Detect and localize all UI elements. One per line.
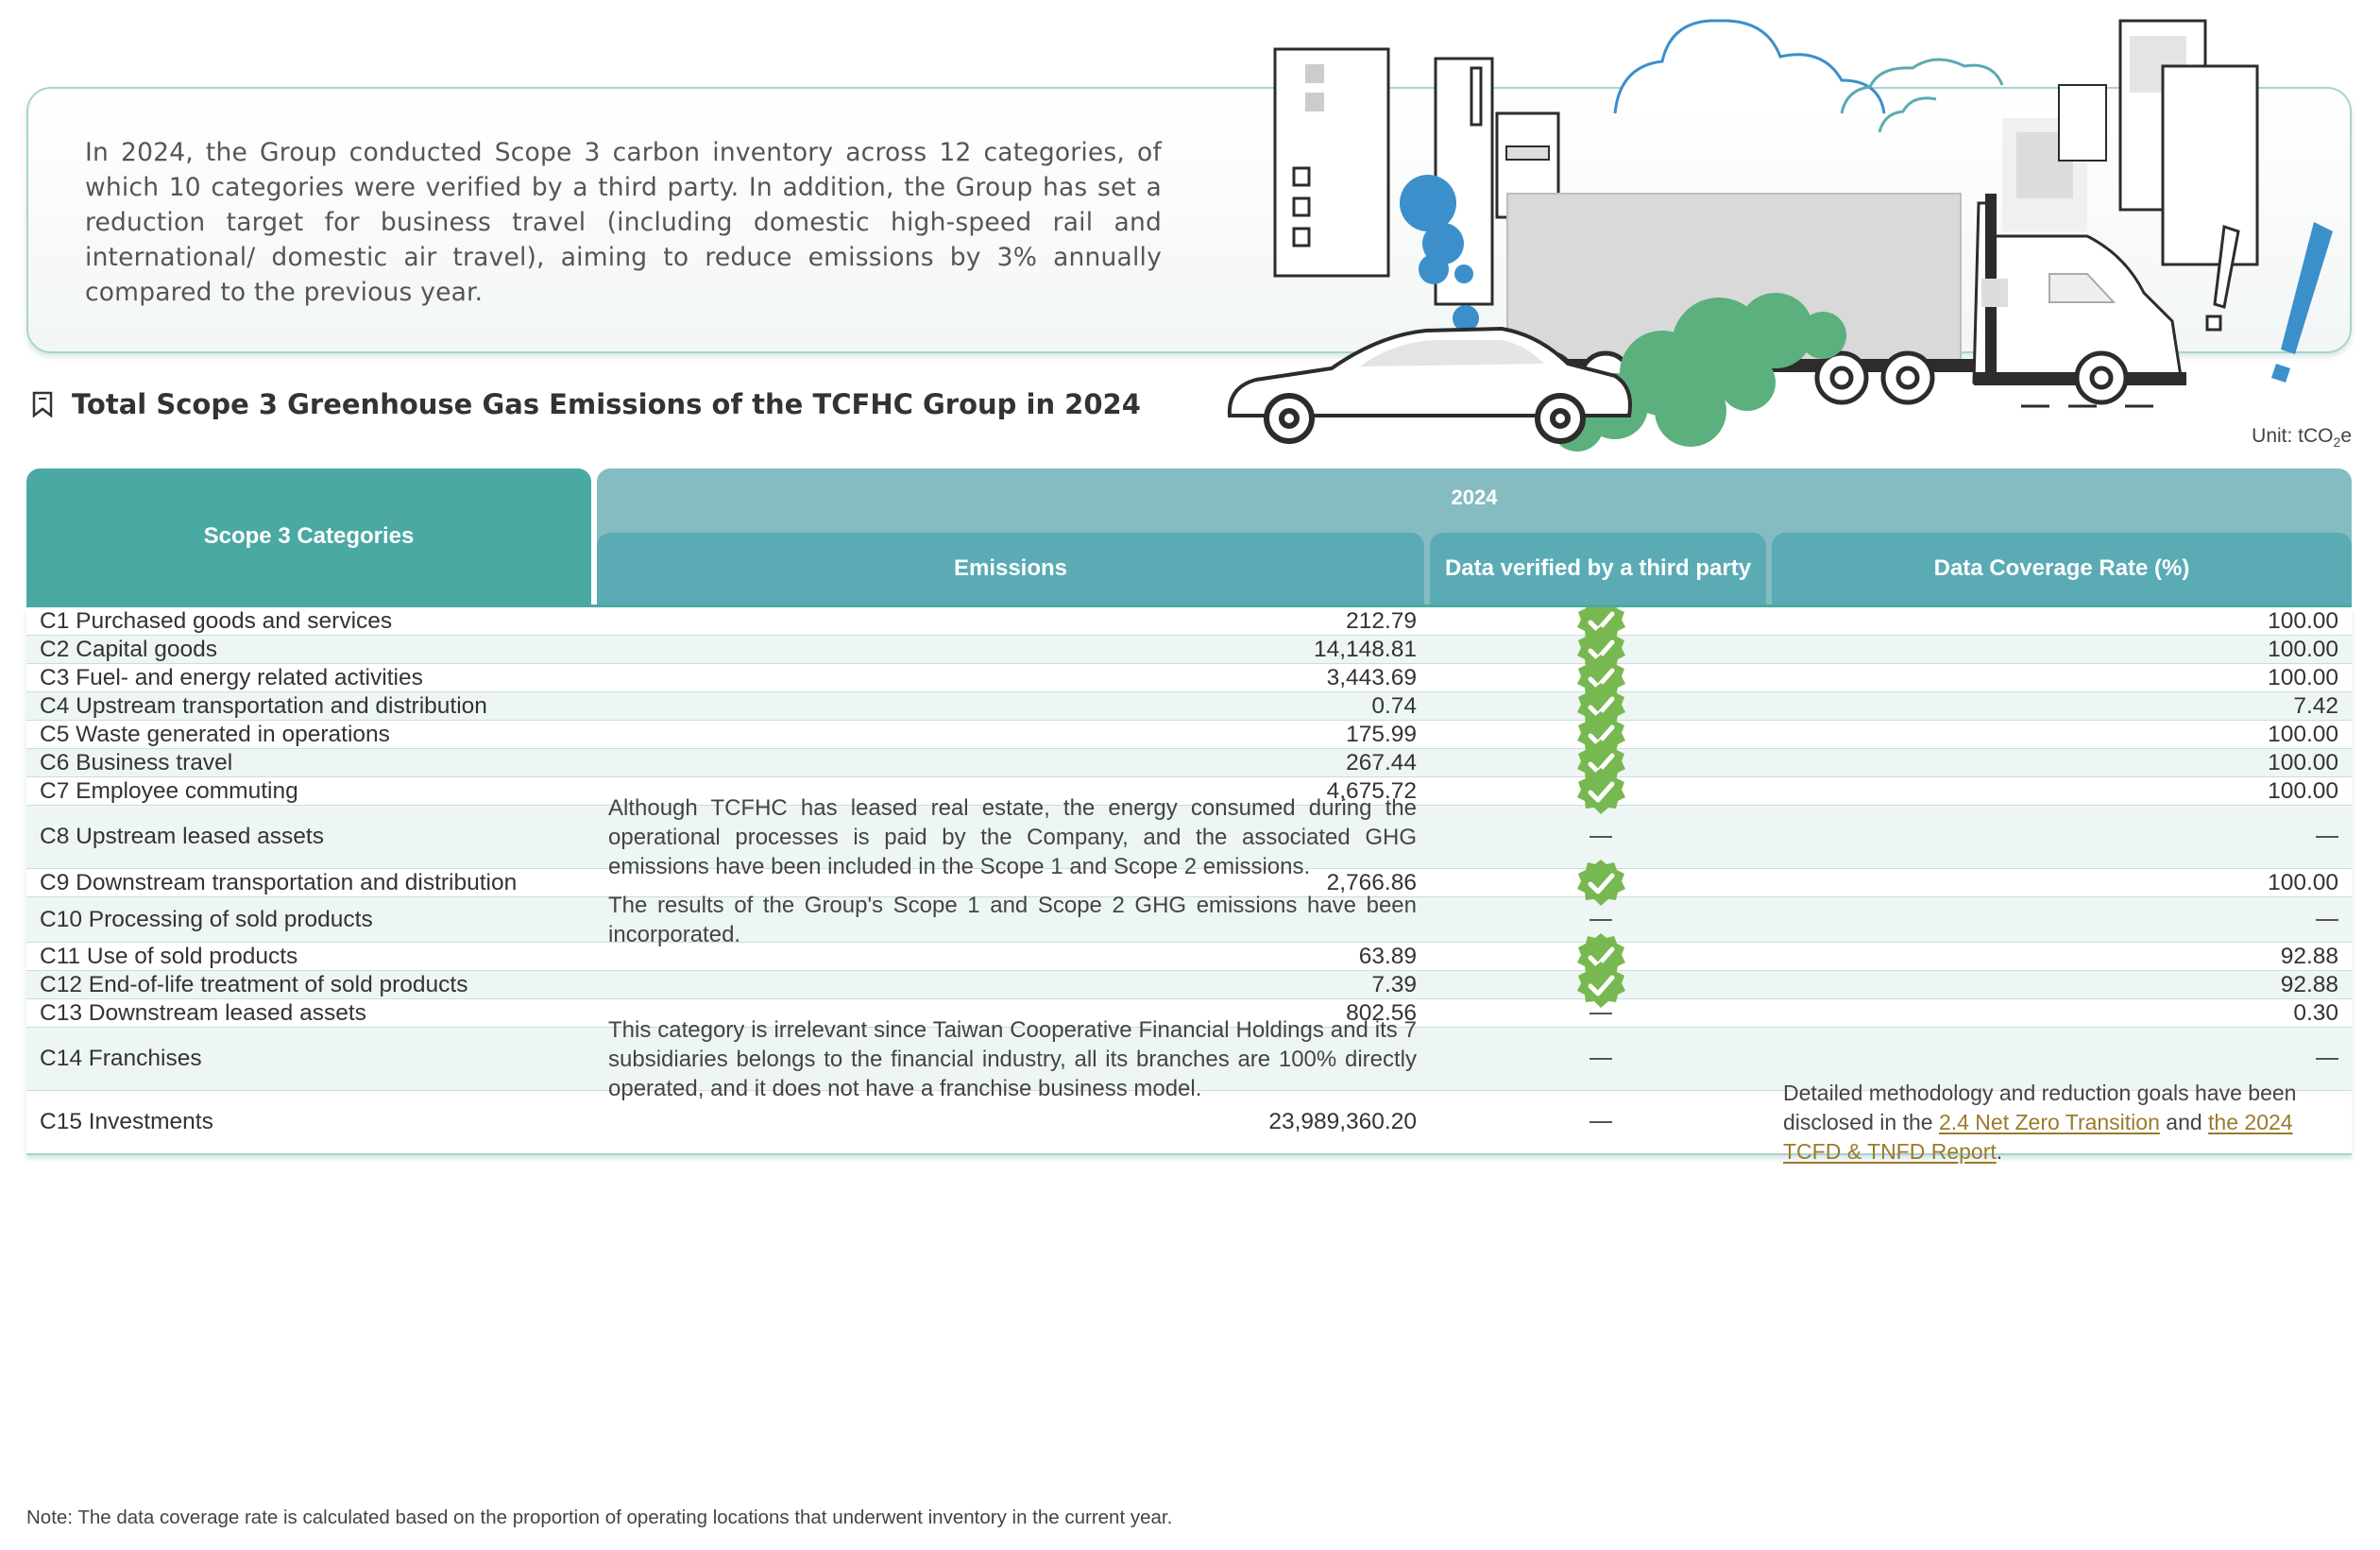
table-row: C6 Business travel 267.44 100.00 (26, 739, 2352, 786)
header-emissions: Emissions (597, 533, 1424, 605)
category-cell: C12 End-of-life treatment of sold produc… (40, 971, 468, 997)
coverage-cell: 0.30 (2293, 999, 2338, 1026)
dash-icon (1590, 1121, 1612, 1123)
category-cell: C5 Waste generated in operations (40, 721, 390, 747)
category-cell: C2 Capital goods (40, 636, 217, 662)
coverage-empty-cell (1772, 806, 2352, 868)
table-header: Scope 3 Categories 2024 Emissions Data v… (26, 468, 2352, 607)
category-cell: C13 Downstream leased assets (40, 999, 366, 1026)
category-cell: C9 Downstream transportation and distrib… (40, 869, 518, 895)
coverage-cell: 92.88 (2280, 971, 2338, 997)
building-graphic (1273, 47, 1390, 278)
dash-icon (1590, 1058, 1612, 1060)
header-coverage-rate: Data Coverage Rate (%) (1772, 533, 2352, 605)
intro-text: In 2024, the Group conducted Scope 3 car… (85, 138, 1162, 307)
coverage-note-cell: Detailed methodology and reduction goals… (1772, 1081, 2352, 1164)
table-row: C10 Processing of sold products The resul… (26, 892, 2352, 947)
dash-icon (1590, 1012, 1612, 1014)
header-year: 2024 (1451, 485, 1498, 509)
section-title: Total Scope 3 Greenhouse Gas Emissions o… (28, 385, 1141, 423)
not-verified-dash (1430, 999, 1772, 1027)
category-cell: C1 Purchased goods and services (40, 607, 393, 634)
emissions-cell: 0.74 (1371, 692, 1417, 719)
coverage-cell: 100.00 (2268, 777, 2338, 804)
table-row: C3 Fuel- and energy related activities 3,… (26, 654, 2352, 701)
not-verified-dash (1430, 1028, 1772, 1090)
table-body: C1 Purchased goods and services 212.79 100… (26, 597, 2352, 1164)
dash-icon (2316, 1058, 2338, 1060)
coverage-cell: 92.88 (2280, 943, 2338, 969)
emissions-note-cell: This category is irrelevant since Taiwan… (608, 1016, 1417, 1101)
dash-icon (2316, 836, 2338, 838)
bookmark-icon (32, 391, 53, 418)
header-divider (26, 605, 2352, 607)
emissions-cell: 3,443.69 (1326, 664, 1417, 690)
category-cell: C4 Upstream transportation and distribut… (40, 692, 487, 719)
coverage-empty-cell (1772, 897, 2352, 942)
exclamation-graphic (2281, 222, 2333, 354)
note-text: and (2159, 1109, 2209, 1134)
category-cell: C10 Processing of sold products (40, 906, 373, 932)
coverage-cell: 7.42 (2293, 692, 2338, 719)
dash-icon (2316, 918, 2338, 921)
emissions-cell: 267.44 (1346, 749, 1417, 775)
category-cell: C15 Investments (40, 1109, 213, 1134)
city-traffic-illustration (1227, 19, 2333, 451)
table-row: C8 Upstream leased assets Although TCFHC … (26, 794, 2352, 879)
dash-icon (1590, 836, 1612, 838)
category-cell: C3 Fuel- and energy related activities (40, 664, 423, 690)
coverage-cell: 100.00 (2268, 749, 2338, 775)
header-verified: Data verified by a third party (1430, 533, 1766, 605)
not-verified-dash (1430, 1091, 1772, 1153)
header-year-group: 2024 Emissions Data verified by a third … (597, 468, 2352, 605)
category-cell: C6 Business travel (40, 749, 233, 775)
coverage-cell: 100.00 (2268, 869, 2338, 895)
emissions-cell: 14,148.81 (1314, 636, 1417, 662)
footnote: Note: The data coverage rate is calculat… (26, 1507, 1173, 1528)
cloud-graphic (1613, 19, 1886, 114)
emissions-note-cell: Although TCFHC has leased real estate, t… (608, 794, 1417, 879)
building-graphic (2161, 64, 2259, 266)
emissions-note-cell: The results of the Group's Scope 1 and S… (608, 892, 1417, 947)
unit-label: Unit: tCO2e (2252, 425, 2352, 451)
building-graphic (2058, 84, 2107, 162)
net-zero-transition-link[interactable]: 2.4 Net Zero Transition (1939, 1110, 2160, 1134)
emissions-table: Scope 3 Categories 2024 Emissions Data v… (26, 468, 2352, 1164)
verified-check-icon (1430, 859, 1772, 906)
emissions-cell: 212.79 (1346, 607, 1417, 634)
coverage-cell: 100.00 (2268, 721, 2338, 747)
table-row: C4 Upstream transportation and distribut… (26, 682, 2352, 729)
table-title: Total Scope 3 Greenhouse Gas Emissions o… (72, 388, 1141, 420)
table-row: C11 Use of sold products 63.89 92.88 (26, 932, 2352, 979)
dash-icon (1590, 918, 1612, 921)
table-row: C2 Capital goods 14,148.81 100.00 (26, 625, 2352, 673)
note-text: . (1996, 1138, 2003, 1164)
table-row: C15 Investments 23,989,360.20 Detailed met… (26, 1081, 2352, 1164)
coverage-cell: 100.00 (2268, 664, 2338, 690)
coverage-cell: 100.00 (2268, 636, 2338, 662)
cloud-graphic (1878, 96, 1937, 133)
table-row: C5 Waste generated in operations 175.99 10… (26, 710, 2352, 758)
emissions-cell: 175.99 (1346, 721, 1417, 747)
emissions-cell: 7.39 (1371, 971, 1417, 997)
emissions-cell: 63.89 (1358, 943, 1417, 969)
table-row: C12 End-of-life treatment of sold produc… (26, 961, 2352, 1008)
header-scope3-categories: Scope 3 Categories (26, 468, 591, 605)
category-cell: C14 Franchises (40, 1046, 202, 1071)
emissions-cell: 23,989,360.20 (1268, 1109, 1417, 1134)
verified-check-icon (1430, 961, 1772, 1008)
category-cell: C11 Use of sold products (40, 943, 298, 969)
category-cell: C8 Upstream leased assets (40, 824, 324, 849)
table-row: C1 Purchased goods and services 212.79 100… (26, 597, 2352, 644)
coverage-cell: 100.00 (2268, 607, 2338, 634)
verified-check-icon (1430, 767, 1772, 814)
category-cell: C7 Employee commuting (40, 777, 298, 804)
